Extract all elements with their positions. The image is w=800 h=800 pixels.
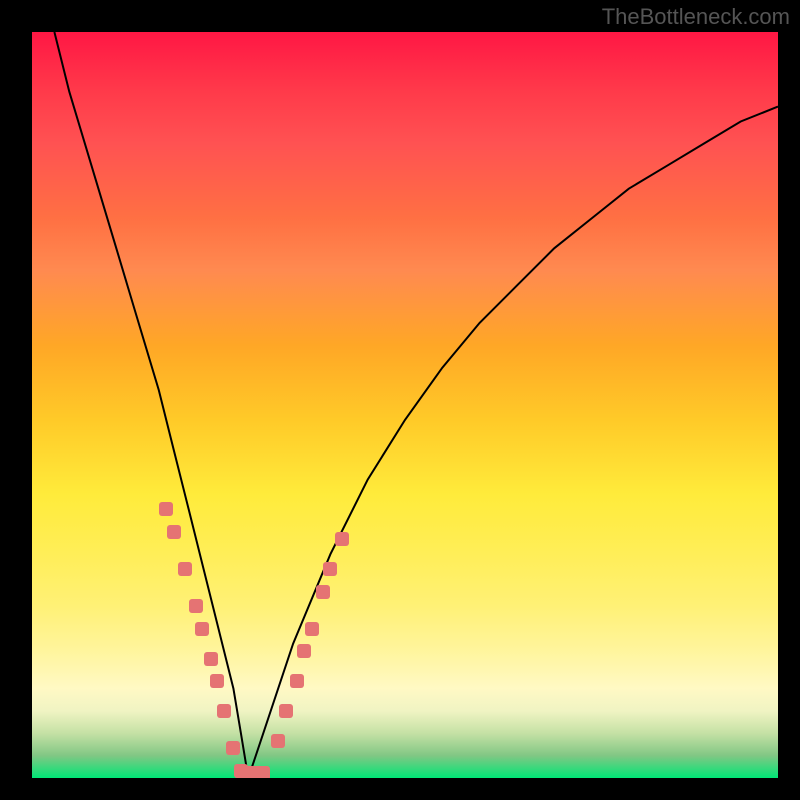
curve-marker — [226, 741, 240, 755]
curve-marker — [323, 562, 337, 576]
curve-marker — [159, 502, 173, 516]
curve-marker — [217, 704, 231, 718]
v-curve-line — [32, 32, 778, 778]
curve-marker — [297, 644, 311, 658]
curve-marker — [210, 674, 224, 688]
curve-marker — [279, 704, 293, 718]
curve-marker — [335, 532, 349, 546]
curve-marker — [189, 599, 203, 613]
curve-marker — [256, 766, 270, 778]
curve-marker — [316, 585, 330, 599]
curve-marker — [178, 562, 192, 576]
watermark-text: TheBottleneck.com — [602, 4, 790, 30]
curve-marker — [290, 674, 304, 688]
curve-marker — [195, 622, 209, 636]
curve-marker — [204, 652, 218, 666]
curve-marker — [167, 525, 181, 539]
curve-marker — [271, 734, 285, 748]
chart-plot-area — [32, 32, 778, 778]
curve-marker — [305, 622, 319, 636]
